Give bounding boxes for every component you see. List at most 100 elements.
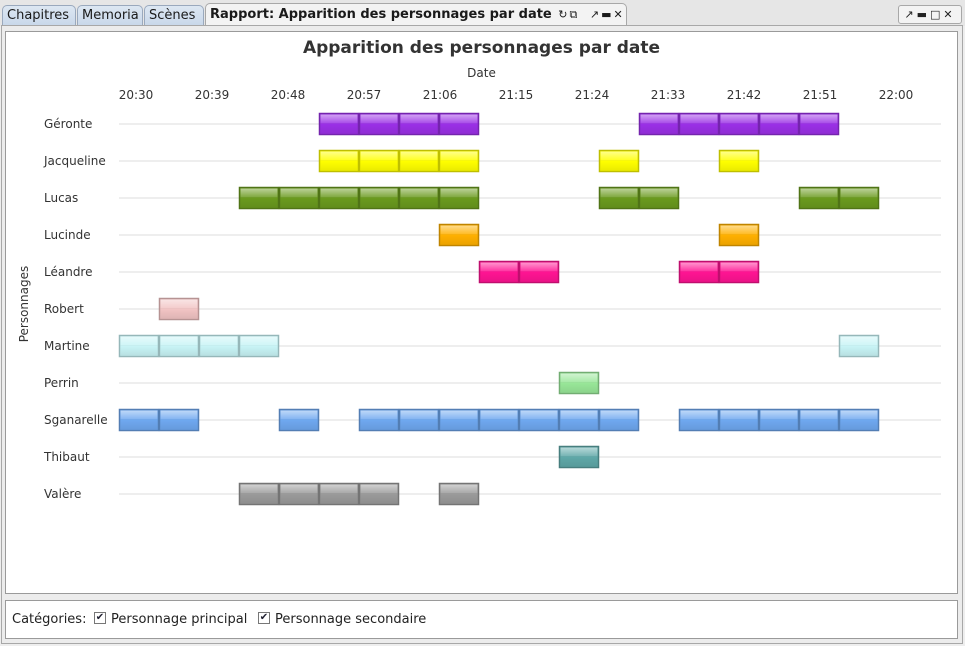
gantt-bar[interactable] [518,408,560,432]
y-category-label: Perrin [44,376,79,390]
gantt-bar[interactable] [358,408,400,432]
gantt-bar[interactable] [238,334,280,358]
tab-strip: Chapitres Memoria Scènes Rapport: Appari… [0,0,965,26]
refresh-icon[interactable]: ↻ [558,8,567,21]
gantt-bar[interactable] [718,260,760,284]
gantt-bar[interactable] [238,482,280,506]
y-category-label: Robert [44,302,84,316]
gantt-bar[interactable] [158,408,200,432]
x-tick-label: 20:30 [119,88,154,102]
gantt-bar[interactable] [798,408,840,432]
minimize-icon[interactable]: ▬ [601,8,611,21]
gantt-bar[interactable] [358,186,400,210]
tab-chapitres[interactable]: Chapitres [2,5,76,25]
gantt-bar[interactable] [318,186,360,210]
gantt-bar[interactable] [598,186,640,210]
gantt-bar[interactable] [558,408,600,432]
gantt-bar[interactable] [718,149,760,173]
gantt-bar[interactable] [278,186,320,210]
gantt-bar[interactable] [838,408,880,432]
gantt-bar[interactable] [358,112,400,136]
y-category-label: Léandre [44,265,93,279]
gantt-bar[interactable] [798,112,840,136]
x-tick-label: 21:33 [651,88,686,102]
x-tick-label: 20:57 [347,88,382,102]
gantt-bar[interactable] [238,186,280,210]
gantt-bar[interactable] [838,186,880,210]
gantt-bar[interactable] [318,149,360,173]
gantt-bar[interactable] [358,149,400,173]
legend-label: Catégories: [12,612,87,627]
undock-icon[interactable]: ↗ [590,8,599,21]
tab-label: Rapport: Apparition des personnages par … [210,7,552,22]
x-tick-label: 21:51 [803,88,838,102]
principal-checkbox[interactable]: ✔ [94,612,106,624]
gantt-bar[interactable] [198,334,240,358]
gantt-bar[interactable] [798,186,840,210]
gantt-bar[interactable] [118,334,160,358]
gantt-bar[interactable] [158,297,200,321]
principal-checkbox-label: Personnage principal [111,612,248,627]
gantt-bar[interactable] [558,371,600,395]
maximize-icon[interactable]: □ [930,8,943,21]
tab-label: Chapitres [7,8,70,23]
gantt-bar[interactable] [358,482,400,506]
gantt-bar[interactable] [118,408,160,432]
y-category-label: Géronte [44,117,92,131]
x-tick-label: 22:00 [879,88,914,102]
gantt-bar[interactable] [318,482,360,506]
secondaire-checkbox[interactable]: ✔ [258,612,270,624]
gantt-bar[interactable] [678,408,720,432]
x-tick-label: 20:39 [195,88,230,102]
gantt-bar[interactable] [638,186,680,210]
gantt-bar[interactable] [478,408,520,432]
gantt-bar[interactable] [438,223,480,247]
gantt-bar[interactable] [678,112,720,136]
y-category-label: Valère [44,487,81,501]
y-category-label: Sganarelle [44,413,108,427]
gantt-bar[interactable] [398,408,440,432]
export-icon[interactable]: ⧉ [570,8,578,21]
tab-scenes[interactable]: Scènes [144,5,204,25]
gantt-bar[interactable] [278,408,320,432]
gantt-bar[interactable] [398,149,440,173]
minimize-icon[interactable]: ▬ [917,8,930,21]
gantt-bar[interactable] [598,408,640,432]
gantt-bar[interactable] [478,260,520,284]
x-tick-label: 21:15 [499,88,534,102]
y-category-label: Lucinde [44,228,91,242]
gantt-bar[interactable] [158,334,200,358]
y-category-label: Thibaut [43,450,90,464]
gantt-bar[interactable] [438,482,480,506]
gantt-bar[interactable] [518,260,560,284]
gantt-bar[interactable] [598,149,640,173]
close-icon[interactable]: ✕ [614,8,623,21]
gantt-chart: 20:30 20:39 20:48 20:57 21:06 21:15 21:24 21:33… [43,88,941,506]
x-tick-label: 20:48 [271,88,306,102]
y-category-label: Martine [44,339,90,353]
gantt-bar[interactable] [838,334,880,358]
gantt-bar[interactable] [758,408,800,432]
undock-icon[interactable]: ↗ [904,8,916,21]
gantt-bar[interactable] [678,260,720,284]
window-controls: ↗▬□✕ [898,5,962,24]
gantt-bar[interactable] [398,112,440,136]
secondaire-checkbox-label: Personnage secondaire [275,612,427,627]
gantt-bar[interactable] [558,445,600,469]
gantt-bar[interactable] [278,482,320,506]
gantt-bar[interactable] [718,112,760,136]
gantt-bar[interactable] [318,112,360,136]
tab-memoria[interactable]: Memoria [77,5,143,25]
gantt-bar[interactable] [438,149,480,173]
gantt-bar[interactable] [718,223,760,247]
gantt-bar[interactable] [758,112,800,136]
gantt-bar[interactable] [438,408,480,432]
tab-rapport[interactable]: Rapport: Apparition des personnages par … [205,3,627,26]
gantt-bar[interactable] [638,112,680,136]
gantt-bar[interactable] [398,186,440,210]
gantt-bar[interactable] [718,408,760,432]
gantt-bar[interactable] [438,186,480,210]
gantt-bar[interactable] [438,112,480,136]
close-icon[interactable]: ✕ [943,8,955,21]
legend-panel: Catégories: ✔ Personnage principal ✔ Per… [5,600,958,639]
